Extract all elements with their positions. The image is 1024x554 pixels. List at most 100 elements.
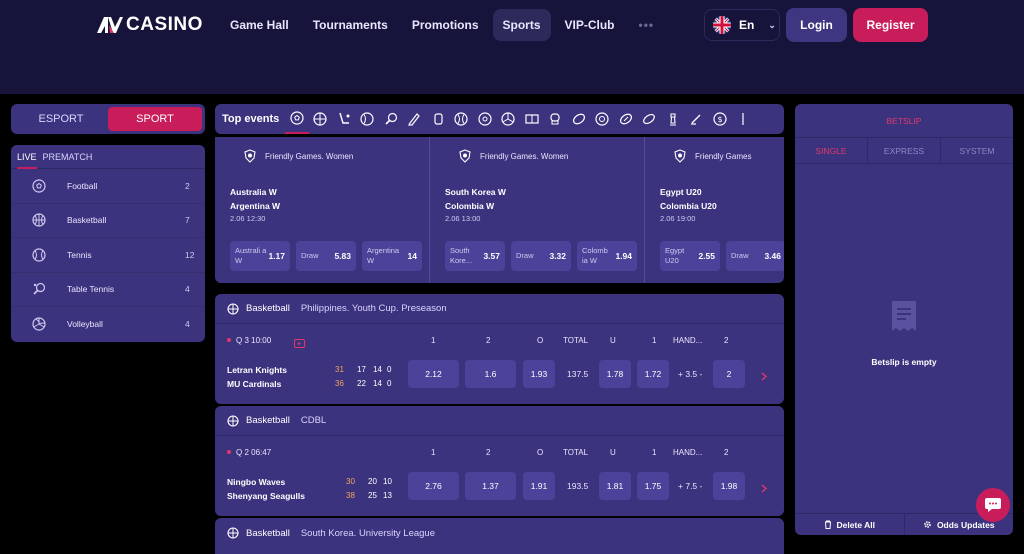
- nav-game-hall[interactable]: Game Hall: [220, 9, 299, 41]
- stream-icon[interactable]: [294, 335, 305, 353]
- odd-button[interactable]: South Kore... 3.57: [445, 241, 505, 271]
- tab-prematch[interactable]: PREMATCH: [43, 145, 93, 169]
- rugby-icon[interactable]: [567, 104, 591, 134]
- boxing-icon[interactable]: [544, 104, 568, 134]
- col-header: HAND...: [673, 336, 703, 345]
- glove-icon[interactable]: [426, 104, 450, 134]
- nav-tournaments[interactable]: Tournaments: [303, 9, 398, 41]
- event-card[interactable]: Friendly Games. Women South Korea W Colo…: [430, 137, 645, 283]
- login-button[interactable]: Login: [786, 8, 847, 42]
- match-league-header[interactable]: Basketball CDBL: [215, 406, 784, 436]
- odd-button[interactable]: 1.37: [465, 472, 516, 500]
- futsal-icon[interactable]: [520, 104, 544, 134]
- sidebar-item-label: Football: [67, 180, 98, 191]
- nav-more-button[interactable]: •••: [629, 9, 665, 41]
- nav-vip-club[interactable]: VIP-Club: [555, 9, 625, 41]
- tennis-icon[interactable]: [356, 104, 380, 134]
- sidebar-item-volleyball[interactable]: Volleyball 4: [11, 307, 205, 342]
- match-row[interactable]: Q 2 06:47 1 2 O TOTAL U 1 HAND... 2 Ning…: [215, 436, 784, 516]
- nav-sports[interactable]: Sports: [492, 9, 551, 41]
- aussie-rules-icon[interactable]: [638, 104, 662, 134]
- sport-toggle[interactable]: SPORT: [108, 107, 202, 131]
- odd-button[interactable]: 1.93: [523, 360, 555, 388]
- sidebar-item-basketball[interactable]: Basketball 7: [11, 204, 205, 238]
- odd-button[interactable]: Draw 5.83: [296, 241, 356, 271]
- betslip-panel: BETSLIP SINGLE EXPRESS SYSTEM Betslip is…: [795, 104, 1013, 535]
- odd-button[interactable]: 1.78: [599, 360, 631, 388]
- odd-button[interactable]: Colomb ia W 1.94: [577, 241, 637, 271]
- hockey-icon[interactable]: [332, 104, 356, 134]
- odd-button[interactable]: 2: [713, 360, 745, 388]
- chat-button[interactable]: [976, 488, 1010, 522]
- odd-button[interactable]: Australi a W 1.17: [230, 241, 290, 271]
- sidebar-item-tennis[interactable]: Tennis 12: [11, 238, 205, 273]
- football-icon[interactable]: [285, 104, 309, 134]
- sidebar-item-table-tennis[interactable]: Table Tennis 4: [11, 273, 205, 307]
- basketball-icon: [227, 414, 239, 427]
- odd-button[interactable]: 1.98: [713, 472, 745, 500]
- basketball-icon[interactable]: [309, 104, 333, 134]
- odd-button[interactable]: Draw 3.32: [511, 241, 571, 271]
- odd-button[interactable]: Argentina W 14: [362, 241, 422, 271]
- team-home: Ningbo Waves: [227, 477, 286, 487]
- sidebar-item-count: 4: [185, 284, 190, 295]
- score: 22: [357, 379, 366, 388]
- tab-system[interactable]: SYSTEM: [941, 138, 1013, 163]
- golf-icon[interactable]: [685, 104, 709, 134]
- baseball-icon[interactable]: [450, 104, 474, 134]
- table-tennis-icon[interactable]: [379, 104, 403, 134]
- top-events-bar: Top events $: [215, 104, 784, 134]
- col-header: HAND...: [673, 448, 703, 457]
- handball-icon[interactable]: [473, 104, 497, 134]
- score: 14: [373, 379, 382, 388]
- match-league-header[interactable]: Basketball Philippines. Youth Cup. Prese…: [215, 294, 784, 324]
- delete-all-button[interactable]: Delete All: [795, 514, 905, 535]
- header: CASINO Game Hall Tournaments Promotions …: [0, 0, 1024, 94]
- col-header: 2: [724, 448, 729, 457]
- odd-button[interactable]: Egypt U20 2.55: [660, 241, 720, 271]
- tennis-icon: [11, 248, 67, 262]
- event-card[interactable]: Friendly Games Egypt U20 Colombia U20 2.…: [645, 137, 784, 283]
- sidebar-item-football[interactable]: Football 2: [11, 169, 205, 204]
- tab-express[interactable]: EXPRESS: [868, 138, 941, 163]
- match-league-header[interactable]: Basketball South Korea. University Leagu…: [215, 518, 784, 548]
- volleyball-icon[interactable]: [497, 104, 521, 134]
- language-selector[interactable]: En ⌄: [704, 9, 780, 41]
- odd-button[interactable]: 1.75: [637, 472, 669, 500]
- shield-icon: [674, 149, 686, 163]
- odd-button[interactable]: 1.6: [465, 360, 516, 388]
- american-football-icon[interactable]: [614, 104, 638, 134]
- event-team-away: Colombia U20: [660, 201, 717, 211]
- tab-live[interactable]: LIVE: [17, 145, 37, 169]
- odd-button[interactable]: 1.91: [523, 472, 555, 500]
- event-datetime: 2.06 12:30: [230, 214, 266, 223]
- basketball-icon: [227, 302, 239, 315]
- coin-icon[interactable]: $: [708, 104, 732, 134]
- esport-toggle[interactable]: ESPORT: [14, 107, 108, 131]
- register-button[interactable]: Register: [853, 8, 928, 42]
- odd-button[interactable]: 2.76: [408, 472, 459, 500]
- logo-mark-icon: [96, 15, 124, 35]
- chevron-right-icon[interactable]: [761, 480, 768, 498]
- event-card[interactable]: Friendly Games. Women Australia W Argent…: [215, 137, 430, 283]
- odd-button[interactable]: Draw 3.46: [726, 241, 784, 271]
- chess-icon[interactable]: [661, 104, 685, 134]
- odd-button[interactable]: 2.12: [408, 360, 459, 388]
- football-icon: [11, 179, 67, 193]
- betslip-tabs: SINGLE EXPRESS SYSTEM: [795, 138, 1013, 164]
- nav-promotions[interactable]: Promotions: [402, 9, 489, 41]
- pencil-icon[interactable]: [403, 104, 427, 134]
- odd-button[interactable]: 1.72: [637, 360, 669, 388]
- tab-single[interactable]: SINGLE: [795, 138, 868, 163]
- sidebar-item-label: Tennis: [67, 249, 92, 260]
- event-team-home: South Korea W: [445, 187, 506, 197]
- chevron-right-icon[interactable]: [761, 368, 768, 386]
- odd-button[interactable]: 1.81: [599, 472, 631, 500]
- more-icon[interactable]: [732, 104, 756, 134]
- shield-icon: [459, 149, 471, 163]
- match-block: Basketball Philippines. Youth Cup. Prese…: [215, 294, 784, 404]
- logo[interactable]: CASINO: [96, 14, 203, 36]
- col-header: 2: [486, 448, 491, 457]
- darts-icon[interactable]: [591, 104, 615, 134]
- match-row[interactable]: Q 3 10:00 1 2 O TOTAL U 1 HAND... 2 Letr…: [215, 324, 784, 404]
